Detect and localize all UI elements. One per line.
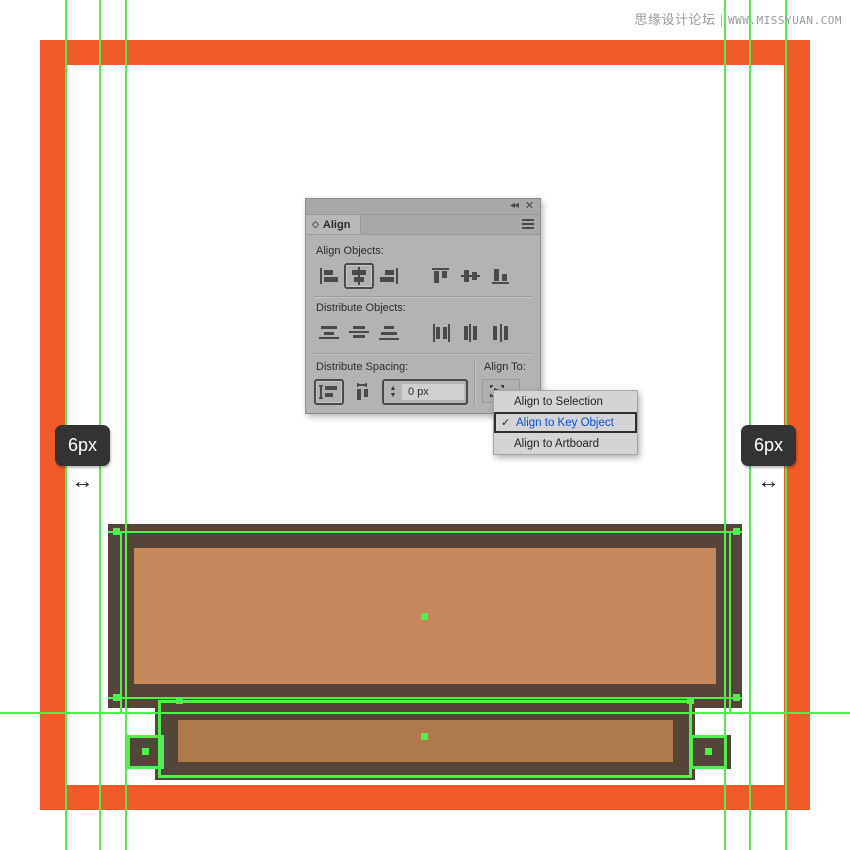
- align-to-dropdown-menu[interactable]: Align to Selection ✓ Align to Key Object…: [493, 390, 638, 455]
- distribute-objects-label: Distribute Objects:: [316, 302, 406, 314]
- horizontal-distribute-spacing-button[interactable]: [348, 379, 378, 405]
- double-arrow-icon-left: ↔: [71, 468, 94, 493]
- vertical-distribute-top-button[interactable]: [314, 320, 344, 346]
- upper-plank-fill[interactable]: [134, 548, 716, 684]
- align-to-label: Align To:: [483, 361, 526, 373]
- distribute-objects-row: [314, 320, 532, 346]
- double-arrow-icon-right: ↔: [757, 468, 780, 493]
- panel-tab-row: ◇ Align: [306, 215, 540, 235]
- vertical-align-top-button[interactable]: [426, 263, 456, 289]
- lower-plank-fill[interactable]: [178, 720, 673, 762]
- vertical-align-center-button[interactable]: [456, 263, 486, 289]
- watermark-url: WWW.MISSYUAN.COM: [728, 14, 842, 27]
- panel-titlebar: ◂◂ ✕: [306, 199, 540, 215]
- menu-item-align-to-selection[interactable]: Align to Selection: [494, 391, 637, 412]
- distribute-spacing-group: Distribute Spacing: ▲ ▼ 0 px: [314, 357, 474, 405]
- callout-right-label: 6px: [741, 425, 797, 466]
- screenshot-canvas: 思缘设计论坛 | WWW.MISSYUAN.COM 6px ↔ 6px ↔ ◂◂…: [0, 0, 850, 850]
- spacing-stepper-arrows[interactable]: ▲ ▼: [384, 385, 402, 399]
- horizontal-distribute-right-button[interactable]: [486, 320, 516, 346]
- menu-item-align-to-artboard-label: Align to Artboard: [514, 437, 600, 450]
- vertical-distribute-center-button[interactable]: [344, 320, 374, 346]
- panel-divider-1: [314, 296, 532, 298]
- lower-plank-right-knob[interactable]: [695, 735, 731, 769]
- watermark-chinese: 思缘设计论坛: [634, 13, 716, 28]
- collapse-icon[interactable]: ◂◂: [510, 200, 519, 212]
- diamond-icon: ◇: [312, 219, 319, 229]
- callout-left-6px: 6px ↔: [55, 425, 111, 493]
- menu-item-align-to-artboard[interactable]: Align to Artboard: [494, 433, 637, 454]
- menu-item-align-to-key-object-label: Align to Key Object: [516, 416, 614, 429]
- hamburger-menu-icon[interactable]: [522, 219, 534, 229]
- horizontal-align-right-button[interactable]: [374, 263, 404, 289]
- panel-divider-2: [314, 353, 532, 355]
- menu-item-align-to-selection-label: Align to Selection: [514, 395, 603, 408]
- vertical-align-bottom-button[interactable]: [486, 263, 516, 289]
- spacing-value-input[interactable]: 0 px: [402, 384, 464, 400]
- horizontal-align-left-button[interactable]: [314, 263, 344, 289]
- stepper-up-icon[interactable]: ▲: [390, 385, 397, 392]
- stepper-down-icon[interactable]: ▼: [390, 392, 397, 399]
- vertical-distribute-bottom-button[interactable]: [374, 320, 404, 346]
- align-objects-row: [314, 263, 532, 289]
- menu-item-align-to-key-object[interactable]: ✓ Align to Key Object: [494, 412, 637, 433]
- align-objects-label: Align Objects:: [316, 245, 384, 257]
- artwork-layer: [0, 0, 850, 850]
- tab-align-label: Align: [322, 218, 351, 231]
- spacing-stepper-field[interactable]: ▲ ▼ 0 px: [382, 379, 468, 405]
- horizontal-align-center-button[interactable]: [344, 263, 374, 289]
- watermark-separator: |: [719, 13, 725, 27]
- tab-align[interactable]: ◇ Align: [306, 215, 362, 234]
- panel-body: Align Objects: Distribute Objects: Distr…: [306, 235, 540, 413]
- callout-left-label: 6px: [55, 425, 111, 466]
- distribute-spacing-label: Distribute Spacing:: [316, 361, 409, 373]
- close-icon[interactable]: ✕: [525, 200, 534, 212]
- align-panel[interactable]: ◂◂ ✕ ◇ Align Align Objects: Distribute O…: [305, 198, 541, 414]
- horizontal-distribute-left-button[interactable]: [426, 320, 456, 346]
- distribute-spacing-row: ▲ ▼ 0 px: [314, 379, 468, 405]
- watermark: 思缘设计论坛 | WWW.MISSYUAN.COM: [634, 9, 842, 28]
- checkmark-icon: ✓: [501, 417, 511, 429]
- vertical-distribute-spacing-button[interactable]: [314, 379, 344, 405]
- panel-vertical-divider: [474, 359, 476, 405]
- callout-right-6px: 6px ↔: [741, 425, 797, 493]
- horizontal-distribute-center-button[interactable]: [456, 320, 486, 346]
